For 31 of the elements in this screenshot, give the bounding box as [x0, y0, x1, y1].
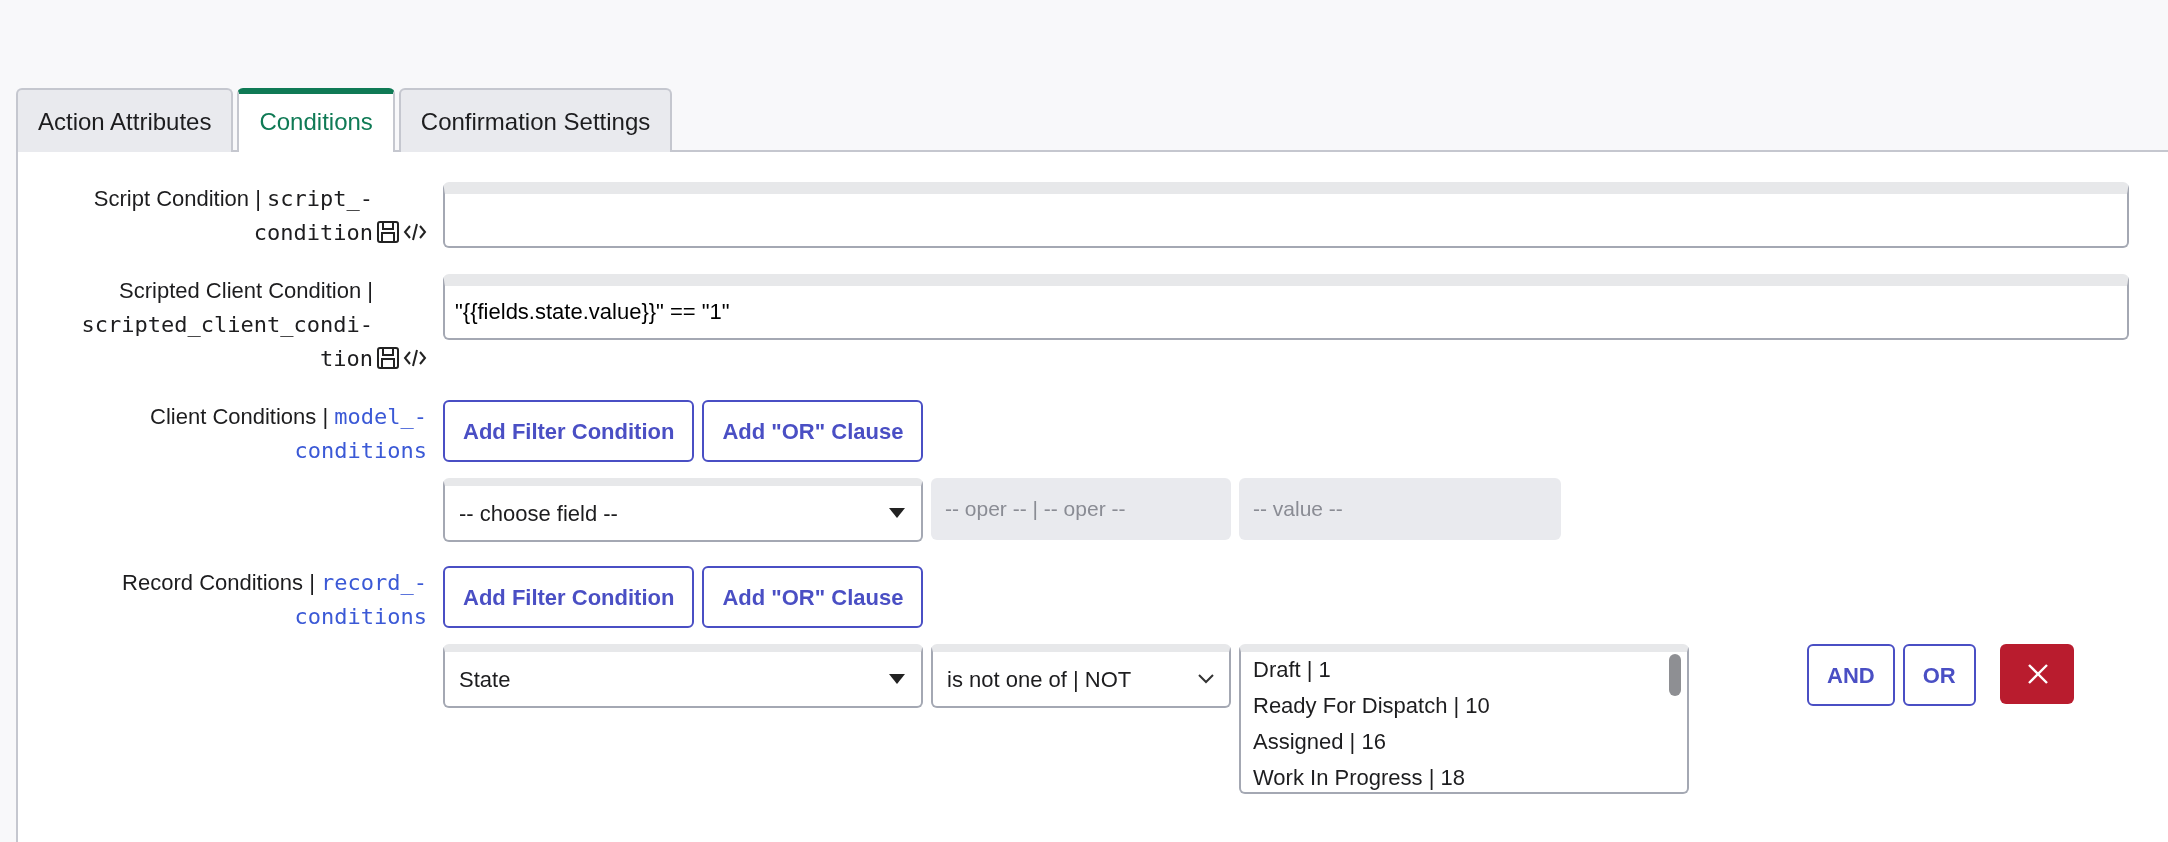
list-option[interactable]: Work In Progress | 18 [1253, 760, 1465, 792]
tab[interactable]: Action Attributes [16, 88, 234, 152]
value-listbox[interactable]: Draft | 1 Ready For Dispatch | 10 Assigned | 16 Work In Progress | 18 [1239, 644, 1689, 794]
list-option[interactable]: Ready For Dispatch | 10 [1253, 688, 1490, 724]
field-label: Script Condition | script_- condition [93, 185, 373, 247]
chevron-icon[interactable] [1197, 673, 1215, 685]
save-icon[interactable] [376, 220, 400, 244]
list-option[interactable]: Assigned | 16 [1253, 724, 1386, 760]
field-label: Client Conditions | model_- conditions [150, 403, 427, 465]
add-button[interactable]: Add "OR" Clause [702, 400, 924, 462]
add-button[interactable]: Add Filter Condition [443, 400, 695, 462]
operator-select[interactable]: is not one of | NOT [931, 644, 1231, 708]
add-button[interactable]: Add "OR" Clause [702, 566, 924, 628]
field-label: Scripted Client Condition | scripted_client_condi- tion [80, 277, 373, 373]
logic-button[interactable]: AND [1807, 644, 1895, 706]
field-select[interactable]: -- choose field -- [443, 478, 923, 542]
save-icon[interactable] [376, 346, 400, 370]
add-button[interactable]: Add Filter Condition [443, 566, 695, 628]
caret-icon[interactable] [887, 507, 907, 519]
text-field[interactable] [443, 182, 2129, 248]
tab[interactable]: Confirmation Settings [398, 88, 673, 152]
list-option[interactable]: Draft | 1 [1253, 652, 1331, 688]
tab[interactable]: Conditions [237, 88, 395, 152]
close-icon[interactable] [2026, 661, 2051, 686]
field-label: Record Conditions | record_- conditions [122, 569, 427, 631]
caret-icon[interactable] [887, 673, 907, 685]
logic-button[interactable]: OR [1902, 644, 1976, 706]
text-field[interactable]: "{{fields.state.value}}" == "1" [443, 274, 2129, 340]
scrollbar-thumb[interactable] [1669, 654, 1681, 696]
field-select[interactable]: State [443, 644, 923, 708]
delete-button[interactable] [1999, 644, 2074, 704]
